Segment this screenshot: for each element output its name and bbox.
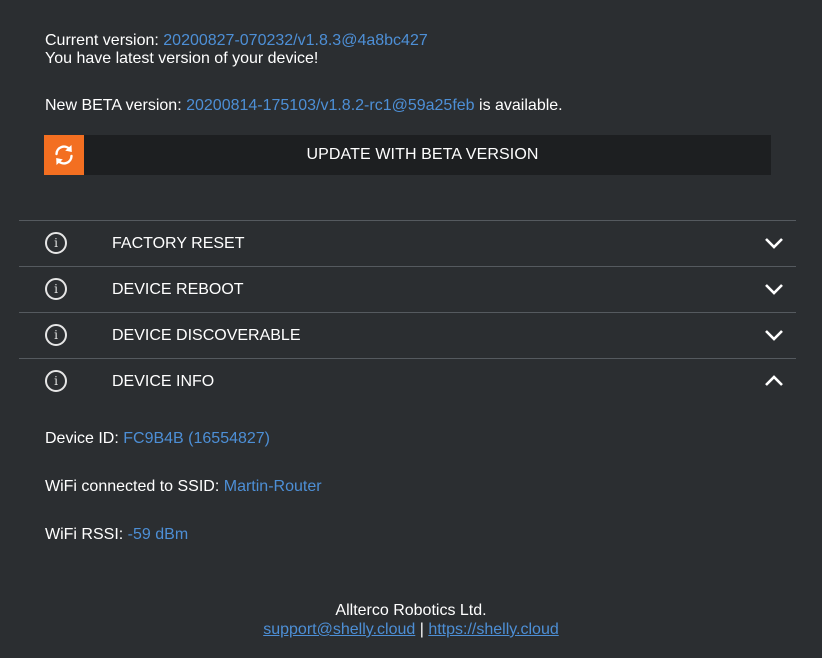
section-label: FACTORY RESET [112,235,245,252]
update-beta-button[interactable]: UPDATE WITH BETA VERSION [44,135,771,175]
chevron-up-icon [765,375,783,386]
device-id-label: Device ID: [45,430,124,447]
chevron-down-icon [765,238,783,249]
footer-links: support@shelly.cloud | https://shelly.cl… [0,620,822,639]
section-device-info[interactable]: i DEVICE INFO [19,358,796,404]
refresh-icon [44,135,84,175]
beta-version-value: 20200814-175103/v1.8.2-rc1@59a25feb [186,97,475,114]
website-link[interactable]: https://shelly.cloud [428,621,558,638]
current-version-value: 20200827-070232/v1.8.3@4a8bc427 [163,32,428,49]
device-id-line: Device ID: FC9B4B (16554827) [45,429,270,448]
beta-version-suffix: is available. [474,97,563,114]
wifi-rssi-value: -59 dBm [127,526,189,543]
chevron-down-icon [765,284,783,295]
beta-version-line: New BETA version: 20200814-175103/v1.8.2… [45,96,563,115]
section-factory-reset[interactable]: i FACTORY RESET [19,220,796,266]
info-icon: i [45,324,67,346]
support-email-link[interactable]: support@shelly.cloud [263,621,415,638]
footer-company: Allterco Robotics Ltd. [335,602,487,619]
section-device-reboot[interactable]: i DEVICE REBOOT [19,266,796,312]
section-label: DEVICE INFO [112,373,215,390]
chevron-down-icon [765,330,783,341]
current-version-label: Current version: [45,32,164,49]
section-label: DEVICE DISCOVERABLE [112,327,301,344]
update-status-text: You have latest version of your device! [45,50,319,67]
wifi-ssid-label: WiFi connected to SSID: [45,478,224,495]
update-beta-button-label: UPDATE WITH BETA VERSION [306,146,539,163]
current-version-line: Current version: 20200827-070232/v1.8.3@… [45,31,428,50]
footer-separator: | [415,621,429,638]
wifi-ssid-value: Martin-Router [223,478,322,495]
section-label: DEVICE REBOOT [112,281,244,298]
device-id-value: FC9B4B (16554827) [123,430,271,447]
section-device-discoverable[interactable]: i DEVICE DISCOVERABLE [19,312,796,358]
wifi-rssi-label: WiFi RSSI: [45,526,128,543]
wifi-rssi-line: WiFi RSSI: -59 dBm [45,525,188,544]
info-icon: i [45,370,67,392]
info-icon: i [45,232,67,254]
beta-version-label: New BETA version: [45,97,187,114]
wifi-ssid-line: WiFi connected to SSID: Martin-Router [45,477,322,496]
info-icon: i [45,278,67,300]
